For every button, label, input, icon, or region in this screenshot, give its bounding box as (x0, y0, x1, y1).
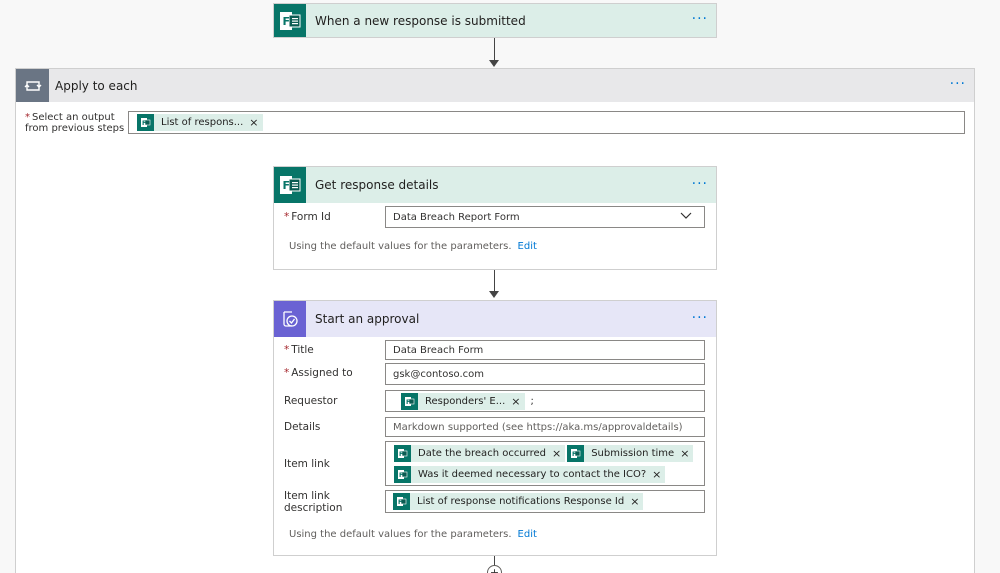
svg-text:F: F (398, 499, 402, 506)
svg-text:F: F (399, 451, 403, 458)
select-output-label-line2: from previous steps (25, 123, 125, 134)
assigned-to-label: * Assigned to (284, 367, 353, 379)
token-label: Was it deemed necessary to contact the I… (418, 468, 647, 480)
plus-icon: + (489, 566, 500, 573)
remove-token-button[interactable]: × (680, 447, 689, 460)
details-row: Details Markdown supported (see https://… (284, 417, 706, 437)
remove-token-button[interactable]: × (652, 468, 661, 481)
form-id-label: * Form Id (284, 211, 331, 223)
forms-token-icon: F (393, 493, 410, 510)
select-output-label: * Select an output from previous steps (25, 112, 124, 134)
connector-line (494, 270, 495, 291)
svg-text:F: F (142, 120, 146, 127)
get-response-details-title: Get response details (315, 178, 439, 192)
trigger-title: When a new response is submitted (315, 13, 526, 28)
forms-token-icon: F (137, 114, 154, 131)
item-link-token-1[interactable]: F Date the breach occurred × (394, 444, 566, 462)
apply-to-each-title: Apply to each (55, 78, 138, 93)
start-approval-title: Start an approval (315, 312, 420, 326)
title-row: * Title Data Breach Form (284, 340, 706, 360)
form-id-dropdown[interactable]: Data Breach Report Form (385, 206, 705, 228)
token-label: Submission time (591, 447, 675, 459)
item-link-token-3[interactable]: F Was it deemed necessary to contact the… (394, 465, 666, 483)
item-link-row: Item link F Date the breach occurred × F… (284, 441, 706, 486)
requestor-label: Requestor (284, 395, 338, 407)
loop-icon (16, 69, 49, 102)
get-response-details-card[interactable]: F Get response details ··· * Form Id Data… (273, 166, 717, 270)
forms-icon: F (274, 4, 306, 37)
svg-text:F: F (283, 15, 291, 28)
trigger-card[interactable]: F When a new response is submitted ··· (273, 3, 717, 38)
item-link-description-input[interactable]: F List of response notifications Respons… (385, 490, 705, 513)
apply-to-each-menu-button[interactable]: ··· (950, 76, 966, 92)
token-label: List of respons... (161, 117, 244, 128)
get-response-details-header[interactable]: F Get response details ··· (274, 167, 716, 203)
item-link-label: Item link (284, 457, 330, 470)
connector-arrow (489, 60, 499, 67)
token-label: Responders' E... (425, 395, 506, 407)
default-parameters-text: Using the default values for the paramet… (289, 529, 512, 540)
requestor-row: Requestor F Responders' E... × ; (284, 390, 706, 412)
item-link-token-2[interactable]: F Submission time × (567, 444, 694, 462)
trigger-menu-button[interactable]: ··· (692, 11, 708, 27)
forms-icon: F (274, 167, 306, 203)
forms-token-icon: F (567, 444, 585, 462)
add-step-button[interactable]: + (487, 565, 502, 573)
apply-to-each-header[interactable]: Apply to each ··· (16, 69, 974, 102)
requestor-input[interactable]: F Responders' E... × ; (385, 390, 705, 412)
token-label: List of response notifications Response … (417, 496, 625, 507)
title-input[interactable]: Data Breach Form (385, 340, 705, 360)
required-mark: * (25, 112, 30, 123)
assigned-to-row: * Assigned to gsk@contoso.com (284, 363, 706, 385)
item-link-description-label: Item link description (284, 489, 343, 514)
chevron-down-icon[interactable] (680, 211, 692, 223)
select-output-label-line1: Select an output (32, 112, 115, 123)
remove-token-button[interactable]: × (249, 116, 258, 129)
details-label: Details (284, 421, 321, 433)
select-output-field[interactable]: F List of respons... × (128, 111, 965, 134)
remove-token-button[interactable]: × (552, 447, 561, 460)
svg-text:F: F (406, 399, 410, 406)
form-id-value: Data Breach Report Form (393, 211, 520, 223)
get-response-details-menu-button[interactable]: ··· (692, 176, 708, 192)
svg-text:F: F (283, 179, 291, 192)
assigned-to-input[interactable]: gsk@contoso.com (385, 363, 705, 385)
forms-token-icon: F (401, 392, 418, 410)
list-responses-token[interactable]: F List of respons... × (137, 114, 263, 131)
item-link-description-token[interactable]: F List of response notifications Respons… (393, 493, 644, 510)
item-link-input[interactable]: F Date the breach occurred × F Submissio… (385, 441, 705, 486)
edit-parameters-link[interactable]: Edit (518, 241, 537, 252)
title-label: * Title (284, 344, 314, 356)
details-input[interactable]: Markdown supported (see https://aka.ms/a… (385, 417, 705, 437)
start-approval-header[interactable]: Start an approval ··· (274, 301, 716, 337)
trigger-header[interactable]: F When a new response is submitted ··· (274, 4, 716, 37)
default-parameters-note: Using the default values for the paramet… (289, 241, 537, 252)
forms-token-icon: F (394, 465, 411, 483)
token-label: Date the breach occurred (418, 447, 546, 459)
remove-token-button[interactable]: × (511, 395, 520, 408)
remove-token-button[interactable]: × (630, 495, 639, 508)
approval-icon (274, 301, 306, 337)
start-approval-menu-button[interactable]: ··· (692, 310, 708, 326)
item-link-description-row: Item link description F List of response… (284, 489, 706, 514)
connector-line (494, 38, 495, 60)
svg-text:F: F (572, 451, 576, 458)
responders-email-token[interactable]: F Responders' E... × (401, 392, 525, 410)
form-id-row: * Form Id Data Breach Report Form (284, 206, 706, 228)
connector-arrow (489, 291, 499, 298)
start-approval-card[interactable]: Start an approval ··· * Title Data Breach… (273, 300, 717, 556)
default-parameters-note: Using the default values for the paramet… (289, 529, 537, 540)
requestor-separator: ; (530, 395, 534, 407)
forms-token-icon: F (394, 444, 411, 462)
default-parameters-text: Using the default values for the paramet… (289, 241, 512, 252)
edit-parameters-link[interactable]: Edit (518, 529, 537, 540)
svg-text:F: F (399, 472, 403, 479)
